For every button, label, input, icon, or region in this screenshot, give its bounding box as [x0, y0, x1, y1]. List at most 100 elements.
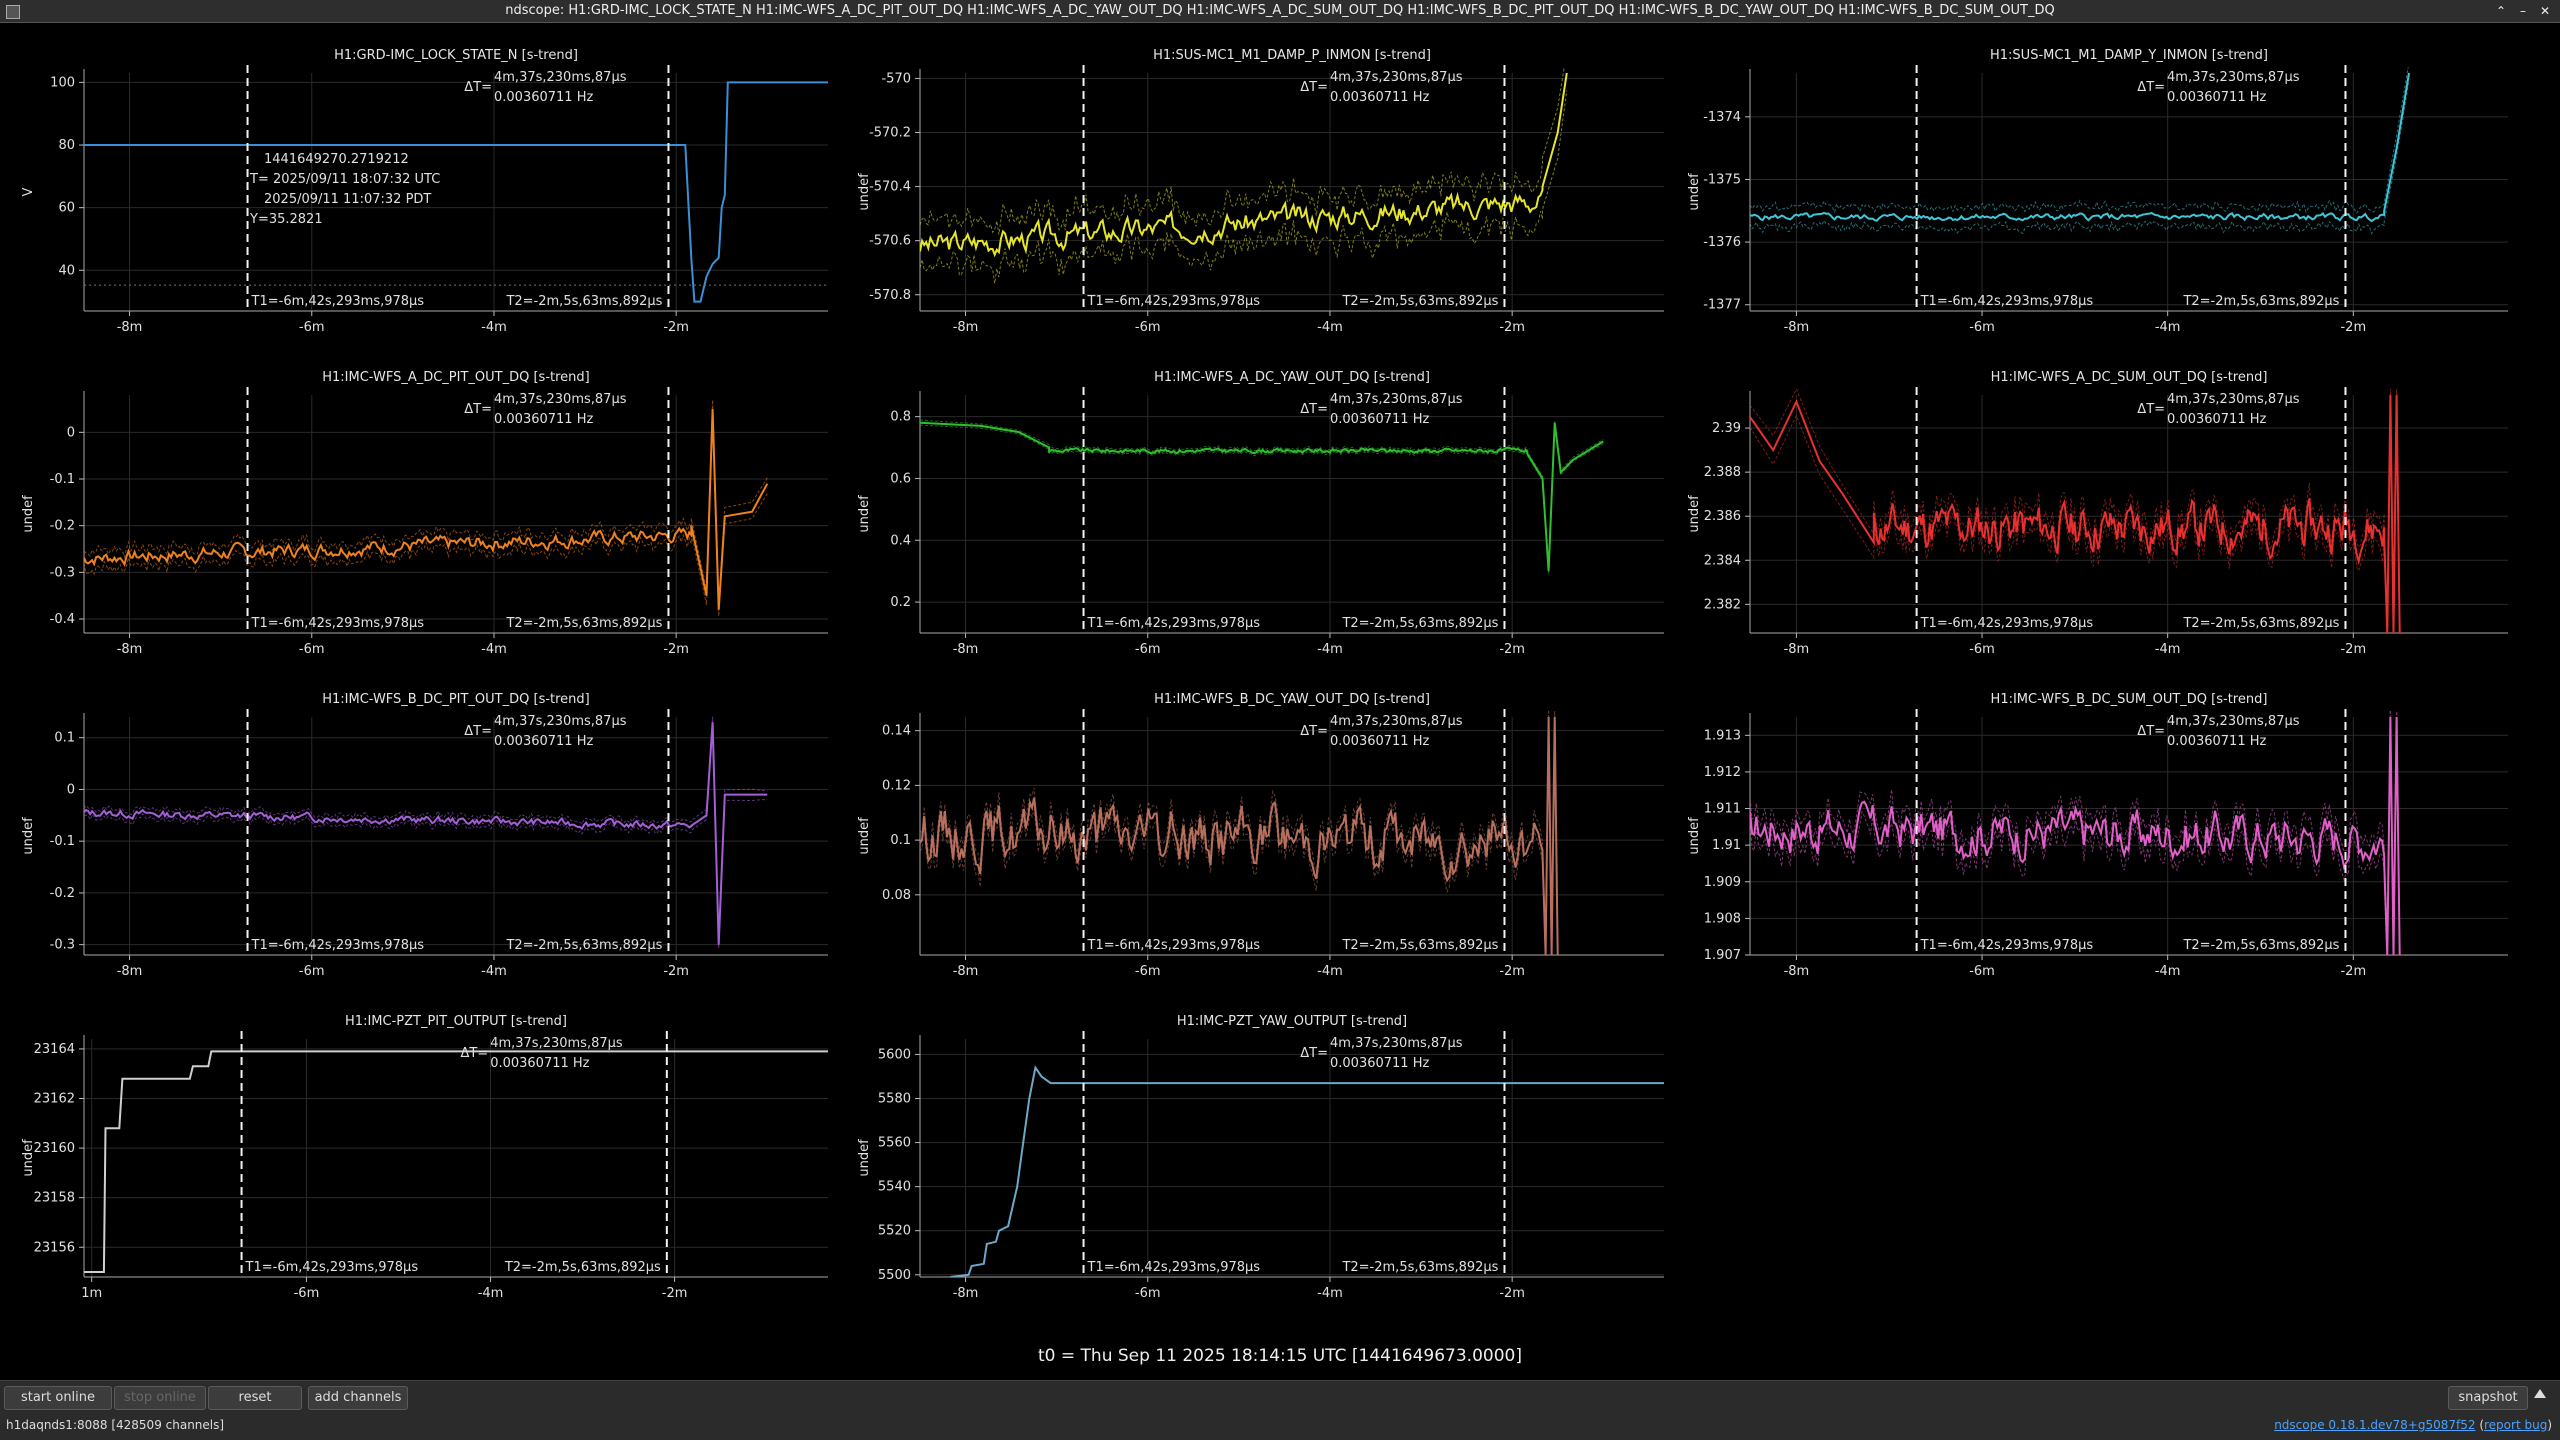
window-close-icon[interactable]: ✕ — [2534, 0, 2556, 22]
plot-svg-7[interactable]: H1:IMC-WFS_B_DC_PIT_OUT_DQ [s-trend] unde… — [0, 667, 844, 989]
x-tick-label: -6m — [1969, 964, 1995, 979]
cursor-t1-label: T1=-6m,42s,293ms,978µs — [251, 938, 425, 953]
plot-panel-6[interactable]: H1:IMC-WFS_A_DC_SUM_OUT_DQ [s-trend] unde… — [1666, 345, 2524, 667]
delta-t-label: ΔT= — [460, 1046, 488, 1061]
y-tick-label: 1.909 — [1704, 875, 1741, 890]
x-tick-label: -6m — [1969, 642, 1995, 657]
x-tick-label: -8m — [117, 642, 143, 657]
series-group — [84, 716, 768, 949]
y-tick-label: 0.4 — [890, 533, 911, 548]
plot-title: H1:IMC-WFS_A_DC_YAW_OUT_DQ [s-trend] — [1154, 370, 1430, 385]
plot-title: H1:SUS-MC1_M1_DAMP_Y_INMON [s-trend] — [1990, 48, 2268, 63]
y-tick-label: -0.4 — [50, 612, 75, 627]
x-tick-label: -2m — [1499, 642, 1525, 657]
plot-svg-9[interactable]: H1:IMC-WFS_B_DC_SUM_OUT_DQ [s-trend] unde… — [1666, 667, 2524, 989]
plot-panel-10[interactable]: H1:IMC-PZT_PIT_OUTPUT [s-trend] undef 2315… — [0, 989, 844, 1311]
series-min-trace — [84, 725, 768, 949]
plot-svg-10[interactable]: H1:IMC-PZT_PIT_OUTPUT [s-trend]undef2315… — [0, 989, 844, 1311]
y-tick-label: -1377 — [1703, 298, 1741, 313]
delta-t-label: ΔT= — [464, 724, 492, 739]
y-tick-label: -0.3 — [50, 565, 75, 580]
y-tick-label: 5580 — [878, 1092, 911, 1107]
plot-title: H1:IMC-WFS_B_DC_PIT_OUT_DQ [s-trend] — [322, 692, 590, 707]
plot-svg-5[interactable]: H1:IMC-WFS_A_DC_YAW_OUT_DQ [s-trend] unde… — [836, 345, 1680, 667]
y-tick-label: 2.384 — [1704, 553, 1741, 568]
status-bar: h1daqnds1:8088 [428509 channels] ndscope… — [0, 1412, 2560, 1440]
window-shade-icon[interactable]: ⌃ — [2490, 0, 2512, 22]
y-tick-label: 0.1 — [890, 833, 911, 848]
x-tick-label: -6m — [299, 642, 325, 657]
window-minimize-icon[interactable]: – — [2512, 0, 2534, 22]
plot-svg-4[interactable]: H1:IMC-WFS_A_DC_PIT_OUT_DQ [s-trend] unde… — [0, 345, 844, 667]
series-max-trace — [1750, 67, 2409, 215]
crosshair-pdt: 2025/09/11 11:07:32 PDT — [264, 192, 431, 207]
y-tick-label: -570.2 — [869, 126, 911, 141]
delta-t-value: 4m,37s,230ms,87µs — [2167, 714, 2300, 729]
y-tick-label: 5540 — [878, 1180, 911, 1195]
plot-svg-6[interactable]: H1:IMC-WFS_A_DC_SUM_OUT_DQ [s-trend] unde… — [1666, 345, 2524, 667]
x-tick-label: -4m — [481, 964, 507, 979]
delta-t-label: ΔT= — [2137, 724, 2165, 739]
y-tick-label: 23158 — [34, 1191, 75, 1206]
plot-svg-1[interactable]: H1:GRD-IMC_LOCK_STATE_N [s-trend] V 40 60 80… — [0, 23, 844, 345]
series-mean-trace — [1750, 394, 2401, 633]
triangle-up-icon[interactable] — [2534, 1389, 2546, 1398]
series-mean-trace — [1750, 72, 2410, 223]
x-tick-label: -8m — [953, 642, 979, 657]
plot-panel-5[interactable]: H1:IMC-WFS_A_DC_YAW_OUT_DQ [s-trend] unde… — [836, 345, 1680, 667]
x-tick-label: -4m — [478, 1286, 504, 1301]
series-mean-trace — [84, 408, 769, 610]
plot-grid: H1:GRD-IMC_LOCK_STATE_N [s-trend] V 40 60 80… — [0, 23, 2560, 1379]
plot-svg-8[interactable]: H1:IMC-WFS_B_DC_YAW_OUT_DQ [s-trend] unde… — [836, 667, 1680, 989]
plot-panel-3[interactable]: H1:SUS-MC1_M1_DAMP_Y_INMON [s-trend] unde… — [1666, 23, 2524, 345]
cursor-t2-label: T2=-2m,5s,63ms,892µs — [1341, 294, 1498, 309]
plot-panel-8[interactable]: H1:IMC-WFS_B_DC_YAW_OUT_DQ [s-trend] unde… — [836, 667, 1680, 989]
y-tick-label: 0 — [67, 782, 75, 797]
plot-panel-4[interactable]: H1:IMC-WFS_A_DC_PIT_OUT_DQ [s-trend] unde… — [0, 345, 844, 667]
delta-t-value: 4m,37s,230ms,87µs — [2167, 70, 2300, 85]
cursor-t1-label: T1=-6m,42s,293ms,978µs — [1920, 294, 2094, 309]
delta-freq-value: 0.00360711 Hz — [1330, 734, 1429, 749]
version-link[interactable]: ndscope 0.18.1.dev78+g5087f52 — [2274, 1418, 2475, 1432]
snapshot-button[interactable]: snapshot — [2448, 1386, 2528, 1410]
y-tick-label: 2.386 — [1704, 509, 1741, 524]
plot-panel-1[interactable]: H1:GRD-IMC_LOCK_STATE_N [s-trend] V 40 60 80… — [0, 23, 844, 345]
plot-panel-2[interactable]: H1:SUS-MC1_M1_DAMP_P_INMON [s-trend] unde… — [836, 23, 1680, 345]
plot-panel-11[interactable]: H1:IMC-PZT_YAW_OUTPUT [s-trend] undef 5500… — [836, 989, 1680, 1311]
plot-panel-9[interactable]: H1:IMC-WFS_B_DC_SUM_OUT_DQ [s-trend] unde… — [1666, 667, 2524, 989]
reset-button[interactable]: reset — [208, 1386, 302, 1410]
plot-svg-2[interactable]: H1:SUS-MC1_M1_DAMP_P_INMON [s-trend]unde… — [836, 23, 1680, 345]
plot-svg-3[interactable]: H1:SUS-MC1_M1_DAMP_Y_INMON [s-trend] unde… — [1666, 23, 2524, 345]
y-tick-label: 1.907 — [1704, 948, 1741, 963]
stop-online-button: stop online — [114, 1386, 206, 1410]
delta-t-value: 4m,37s,230ms,87µs — [1330, 70, 1463, 85]
series-max-trace — [84, 716, 768, 940]
delta-t-label: ΔT= — [1300, 724, 1328, 739]
y-tick-label: -570.6 — [869, 234, 911, 249]
add-channels-button[interactable]: add channels — [308, 1386, 408, 1410]
delta-t-label: ΔT= — [464, 402, 492, 417]
series-group — [84, 1050, 828, 1273]
plot-title: H1:IMC-WFS_B_DC_YAW_OUT_DQ [s-trend] — [1154, 692, 1430, 707]
y-tick-label: 1.913 — [1704, 728, 1741, 743]
plot-panel-7[interactable]: H1:IMC-WFS_B_DC_PIT_OUT_DQ [s-trend] unde… — [0, 667, 844, 989]
y-tick-label: 2.39 — [1712, 421, 1741, 436]
cursor-t2-label: T2=-2m,5s,63ms,892µs — [505, 938, 662, 953]
cursor-t1-label: T1=-6m,42s,293ms,978µs — [1087, 616, 1261, 631]
start-online-button[interactable]: start online — [4, 1386, 112, 1410]
plot-title: H1:IMC-WFS_A_DC_PIT_OUT_DQ [s-trend] — [322, 370, 589, 385]
y-tick-label: 1.911 — [1704, 802, 1741, 817]
series-min-trace — [84, 417, 768, 617]
x-tick-label: -2m — [663, 320, 689, 335]
report-bug-link[interactable]: report bug — [2484, 1418, 2547, 1432]
x-tick-label: -8m — [1784, 964, 1810, 979]
plot-svg-11[interactable]: H1:IMC-PZT_YAW_OUTPUT [s-trend] undef 5500… — [836, 989, 1680, 1311]
y-tick-label: 1.908 — [1704, 911, 1741, 926]
cursor-t2-label: T2=-2m,5s,63ms,892µs — [2182, 938, 2339, 953]
delta-freq-value: 0.00360711 Hz — [490, 1056, 589, 1071]
cursor-t1-label: T1=-6m,42s,293ms,978µs — [245, 1260, 419, 1275]
y-axis-label: undef — [1687, 817, 1702, 855]
series-group — [1750, 67, 2410, 235]
series-mean-trace — [920, 72, 1568, 258]
x-tick-label: -2m — [2340, 642, 2366, 657]
